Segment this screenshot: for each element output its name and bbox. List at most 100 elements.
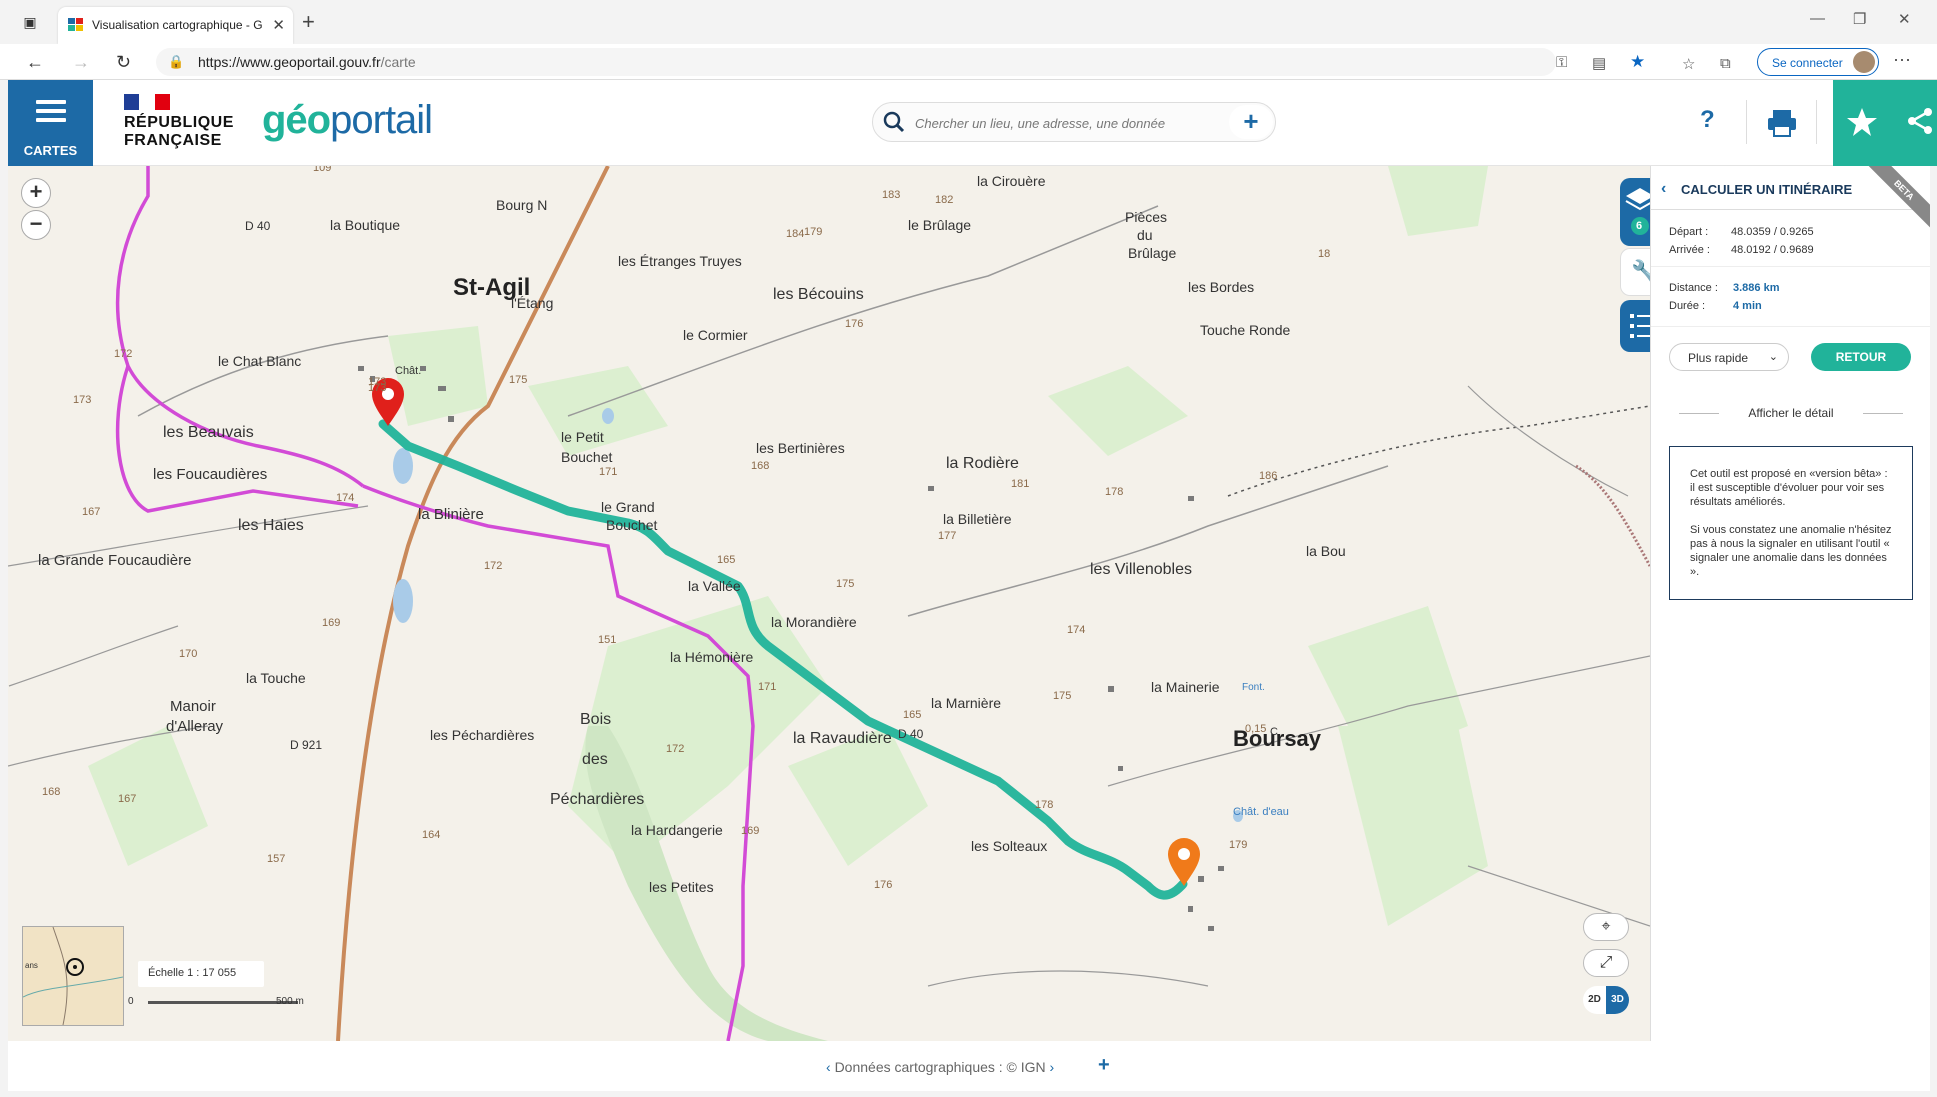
arrivee-value: 48.0192 / 0.9689 — [1731, 244, 1814, 256]
legend-tab[interactable] — [1620, 300, 1650, 352]
forward-icon[interactable]: → — [72, 52, 90, 73]
attribution-prev[interactable]: ‹ — [826, 1059, 831, 1075]
place-label: 0,15 — [1245, 723, 1266, 735]
close-tab-icon[interactable]: ✕ — [272, 16, 285, 34]
scale-start: 0 — [128, 996, 134, 1007]
republique-francaise-logo[interactable]: RÉPUBLIQUE FRANÇAISE — [124, 94, 234, 150]
place-label: le Petit — [561, 429, 604, 445]
advanced-search-button[interactable]: + — [1229, 105, 1273, 139]
search-box[interactable]: Chercher un lieu, une adresse, une donné… — [872, 102, 1276, 142]
place-label: Brûlage — [1128, 245, 1176, 261]
tools-tab[interactable]: 🔧 — [1620, 248, 1650, 296]
retour-button[interactable]: RETOUR — [1811, 343, 1911, 371]
tab-actions-icon[interactable]: ▣ — [20, 12, 40, 32]
place-label: la Grande Foucaudière — [38, 552, 191, 569]
geoportail-logo[interactable]: géoportail — [262, 98, 433, 143]
place-label: les Foucaudières — [153, 466, 267, 483]
marianne-flag — [124, 94, 170, 110]
place-label: 175 — [509, 374, 527, 386]
place-label: 169 — [741, 825, 759, 837]
toggle-2d[interactable]: 2D — [1583, 986, 1606, 1014]
help-button[interactable]: ? — [1700, 106, 1715, 134]
place-label: 174 — [1067, 624, 1085, 636]
layers-icon — [1625, 188, 1650, 235]
refresh-icon[interactable]: ↻ — [116, 52, 131, 73]
attribution-next[interactable]: › — [1050, 1059, 1055, 1075]
scale-bar: 0 500 m — [128, 996, 378, 1016]
favorite-star-icon[interactable]: ★ — [1630, 52, 1645, 72]
place-label: la Hémonière — [670, 649, 753, 665]
place-label: les Bordes — [1188, 279, 1254, 295]
divider — [1746, 100, 1747, 144]
rf-line1: RÉPUBLIQUE — [124, 114, 234, 131]
info-text-2: Si vous constatez une anomalie n'hésitez… — [1690, 524, 1892, 578]
route-mode-select[interactable]: Plus rapide ⌄ — [1669, 343, 1789, 371]
layers-tab[interactable]: 6 — [1620, 178, 1650, 246]
place-label: des — [582, 751, 608, 768]
attribution-bar: ‹ Données cartographiques : © IGN › + — [8, 1041, 1930, 1091]
geoportail-favicon — [68, 18, 83, 31]
place-label: 175 — [1053, 690, 1071, 702]
end-marker[interactable] — [1168, 838, 1200, 886]
place-label: Manoir — [170, 698, 216, 715]
geolocate-button[interactable]: ⌖ — [1583, 913, 1629, 941]
zoom-in-button[interactable]: + — [21, 178, 51, 208]
overview-minimap[interactable]: ans — [22, 926, 124, 1026]
search-icon — [883, 111, 905, 133]
fullscreen-button[interactable]: ⤢ — [1583, 949, 1629, 977]
place-label: la Rodière — [946, 455, 1019, 472]
place-label: 167 — [82, 506, 100, 518]
place-label: les Bertinières — [756, 440, 845, 456]
place-label: la Billetière — [943, 511, 1012, 527]
map-canvas: St-AgilBoursayla Boutiqueles Étranges Tr… — [8, 166, 1650, 1041]
place-label: D 921 — [290, 738, 322, 752]
place-label: C — [1270, 726, 1278, 738]
new-tab-button[interactable]: + — [302, 9, 315, 35]
place-label: 157 — [267, 853, 285, 865]
zoom-out-button[interactable]: − — [21, 210, 51, 240]
distance-value: 3.886 km — [1733, 282, 1780, 294]
favorites-button[interactable] — [1833, 80, 1891, 166]
print-icon[interactable] — [1764, 102, 1800, 142]
key-icon[interactable]: ⚿ — [1556, 54, 1567, 71]
dimension-toggle[interactable]: 2D 3D — [1583, 986, 1629, 1014]
place-label: 178 — [1105, 486, 1123, 498]
attribution-expand-button[interactable]: + — [1098, 1054, 1110, 1077]
logo-part1: géo — [262, 98, 331, 142]
logo-part2: portail — [330, 98, 433, 142]
chevron-down-icon: ⌄ — [1768, 351, 1778, 363]
attribution-text: Données cartographiques : © IGN — [834, 1059, 1046, 1075]
favorites-icon[interactable]: ☆ — [1682, 55, 1695, 73]
place-label: les Bécouins — [773, 286, 864, 303]
place-label: 171 — [599, 466, 617, 478]
show-detail-link[interactable]: Afficher le détail — [1669, 406, 1913, 420]
back-icon[interactable]: ← — [26, 52, 44, 73]
place-label: d'Alleray — [166, 718, 224, 735]
share-icon — [1908, 108, 1932, 134]
browser-tab[interactable]: Visualisation cartographique - G ✕ — [58, 7, 293, 44]
back-chevron-icon[interactable]: ‹ — [1661, 180, 1666, 198]
place-label: la Hardangerie — [631, 822, 723, 838]
more-icon[interactable]: ⋯ — [1893, 50, 1911, 71]
divider — [1651, 266, 1930, 267]
address-bar-row: ← → ↻ 🔒 https://www.geoportail.gouv.fr/c… — [0, 44, 1937, 80]
share-button[interactable] — [1891, 80, 1937, 166]
minimize-icon[interactable]: — — [1810, 10, 1825, 27]
map-view[interactable]: St-Agil Boursay la Boutique les Étranges Tr… — [8, 166, 1650, 1041]
place-label: 179 — [1229, 839, 1247, 851]
collections-icon[interactable]: ⧉ — [1720, 55, 1731, 72]
restore-icon[interactable]: ❐ — [1853, 10, 1866, 28]
place-label: l'Étang — [511, 295, 553, 311]
cartes-menu-button[interactable]: CARTES — [8, 80, 93, 166]
close-window-icon[interactable]: ✕ — [1898, 10, 1911, 28]
place-label: Péchardières — [550, 791, 644, 808]
place-label: la Vallée — [688, 578, 741, 594]
url-field[interactable]: 🔒 https://www.geoportail.gouv.fr/carte ⚿… — [156, 48, 1645, 76]
place-label: D 40 — [898, 727, 924, 741]
reader-icon[interactable]: ▤ — [1592, 54, 1606, 72]
depart-row: Départ : 48.0359 / 0.9265 — [1669, 226, 1814, 238]
tab-title: Visualisation cartographique - G — [92, 18, 263, 32]
list-icon — [1630, 314, 1650, 338]
url-path: /carte — [380, 54, 416, 70]
signin-button[interactable]: Se connecter — [1757, 48, 1879, 76]
